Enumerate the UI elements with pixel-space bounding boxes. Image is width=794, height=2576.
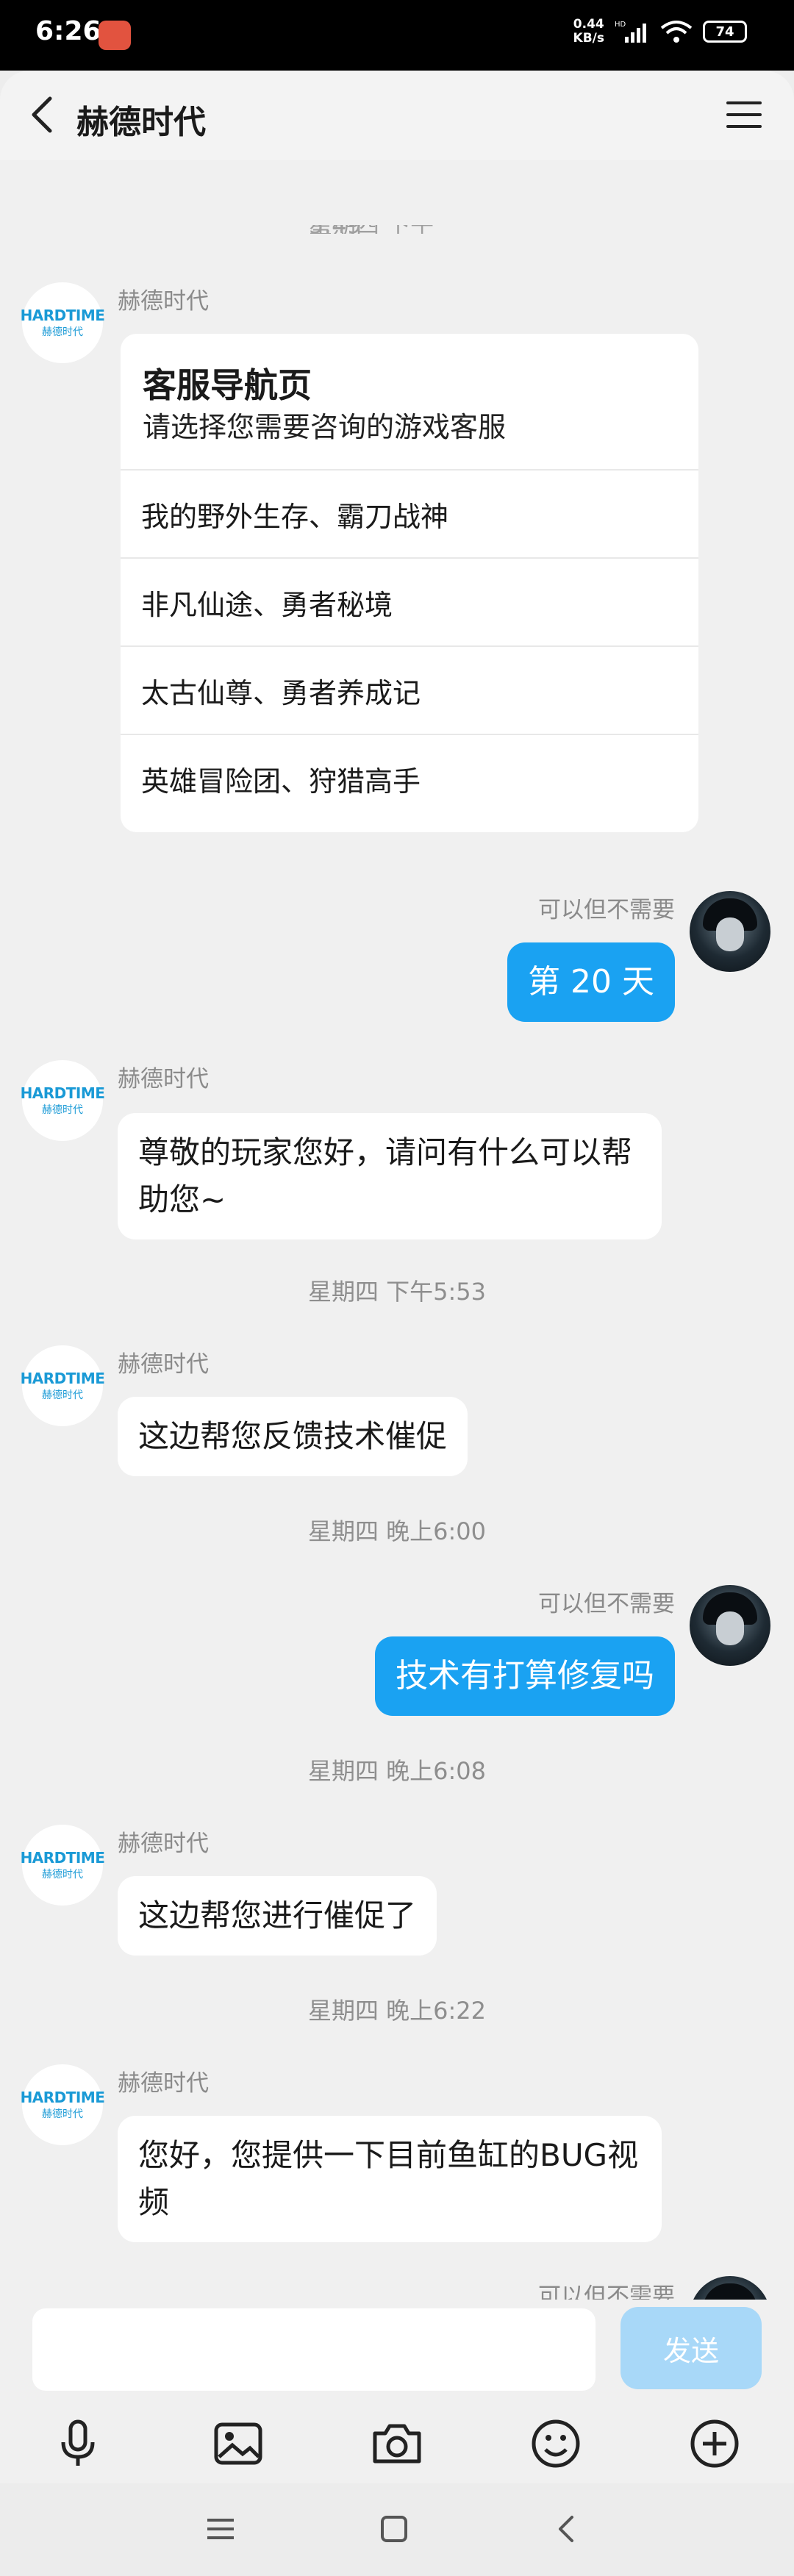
sender-name: 赫德时代 xyxy=(118,288,209,315)
net-speed: 0.44 KB/s xyxy=(573,18,604,46)
merchant-avatar[interactable]: HARDTIME 赫德时代 xyxy=(20,282,105,363)
chat-title: 赫德时代 xyxy=(76,104,206,141)
merchant-avatar[interactable]: HARDTIME 赫德时代 xyxy=(20,2064,105,2145)
user-message[interactable]: 技术有打算修复吗 xyxy=(375,1636,675,1716)
user-message[interactable]: 第 20 天 xyxy=(507,942,675,1022)
partial-timestamp: 星期四 下午5:49 xyxy=(309,225,485,234)
svg-text:HD: HD xyxy=(615,21,626,29)
nav-card-item[interactable]: 非凡仙途、勇者秘境 xyxy=(121,557,698,645)
logo-text: HARDTIME xyxy=(20,1849,105,1867)
microphone-icon[interactable] xyxy=(50,2416,106,2472)
timestamp: 星期四 晚上6:22 xyxy=(307,1997,487,2025)
logo-subtext: 赫德时代 xyxy=(42,1104,83,1116)
image-icon[interactable] xyxy=(210,2416,266,2472)
logo-subtext: 赫德时代 xyxy=(42,2108,83,2120)
timestamp: 星期四 下午5:53 xyxy=(307,1278,487,1306)
user-name: 可以但不需要 xyxy=(538,1591,675,1617)
nav-back-icon[interactable] xyxy=(550,2511,585,2547)
status-time: 6:26 xyxy=(35,16,101,46)
logo-subtext: 赫德时代 xyxy=(42,326,83,338)
nav-card-item[interactable]: 太古仙尊、勇者养成记 xyxy=(121,645,698,734)
agent-message[interactable]: 您好，您提供一下目前鱼缸的BUG视频 xyxy=(118,2116,662,2242)
plus-icon[interactable] xyxy=(687,2416,743,2472)
merchant-avatar[interactable]: HARDTIME 赫德时代 xyxy=(20,1825,105,1906)
logo-subtext: 赫德时代 xyxy=(42,1389,83,1401)
sender-name: 赫德时代 xyxy=(118,1351,209,1378)
wifi-icon xyxy=(660,21,693,43)
emoji-icon[interactable] xyxy=(528,2416,584,2472)
service-nav-card: 客服导航页 请选择您需要咨询的游戏客服 我的野外生存、霸刀战神 非凡仙途、勇者秘… xyxy=(121,334,698,832)
status-right: 0.44 KB/s HD 74 xyxy=(573,18,747,46)
system-nav-bar xyxy=(0,2483,794,2576)
nav-card-item[interactable]: 我的野外生存、霸刀战神 xyxy=(121,469,698,557)
message-list[interactable]: 星期四 下午5:49 HARDTIME 赫德时代 赫德时代 客服导航页 请选择您… xyxy=(0,160,794,2300)
sender-name: 赫德时代 xyxy=(118,1066,209,1092)
recents-icon[interactable] xyxy=(203,2511,238,2547)
merchant-avatar[interactable]: HARDTIME 赫德时代 xyxy=(20,1060,105,1141)
composer-toolbar xyxy=(0,2403,794,2483)
camera-icon[interactable] xyxy=(369,2416,425,2472)
timestamp: 星期四 晚上6:08 xyxy=(307,1757,487,1785)
logo-text: HARDTIME xyxy=(20,1370,105,1387)
menu-icon[interactable] xyxy=(725,97,763,132)
status-bar: 6:26 0.44 KB/s HD 74 xyxy=(0,0,794,71)
home-icon[interactable] xyxy=(376,2511,412,2547)
agent-message[interactable]: 这边帮您进行催促了 xyxy=(118,1876,437,1956)
timestamp: 星期四 晚上6:00 xyxy=(307,1517,487,1545)
user-name: 可以但不需要 xyxy=(538,897,675,923)
agent-message[interactable]: 尊敬的玩家您好，请问有什么可以帮助您~ xyxy=(118,1113,662,1239)
agent-message[interactable]: 这边帮您反馈技术催促 xyxy=(118,1397,468,1476)
user-avatar[interactable] xyxy=(690,1585,770,1666)
battery-icon: 74 xyxy=(703,21,747,43)
nav-card-item[interactable]: 英雄冒险团、狩猎高手 xyxy=(121,734,698,822)
sender-name: 赫德时代 xyxy=(118,1831,209,1857)
app-notification-icon xyxy=(99,21,131,50)
logo-text: HARDTIME xyxy=(20,307,105,324)
net-speed-unit: KB/s xyxy=(573,31,604,46)
logo-text: HARDTIME xyxy=(20,1084,105,1102)
signal-icon: HD xyxy=(615,21,646,43)
card-subtitle: 请选择您需要咨询的游戏客服 xyxy=(143,411,507,443)
back-arrow-icon[interactable] xyxy=(22,93,66,137)
composer: 发送 xyxy=(0,2300,794,2403)
user-avatar[interactable] xyxy=(690,2276,770,2300)
merchant-avatar[interactable]: HARDTIME 赫德时代 xyxy=(20,1345,105,1426)
user-name: 可以但不需要 xyxy=(538,2283,675,2300)
logo-subtext: 赫德时代 xyxy=(42,1869,83,1881)
user-avatar[interactable] xyxy=(690,891,770,972)
chat-header: 赫德时代 xyxy=(0,71,794,160)
message-input[interactable] xyxy=(32,2308,596,2391)
card-title: 客服导航页 xyxy=(143,365,312,405)
sender-name: 赫德时代 xyxy=(118,2070,209,2097)
net-speed-value: 0.44 xyxy=(573,17,604,32)
logo-text: HARDTIME xyxy=(20,2089,105,2106)
send-button[interactable]: 发送 xyxy=(620,2307,762,2389)
